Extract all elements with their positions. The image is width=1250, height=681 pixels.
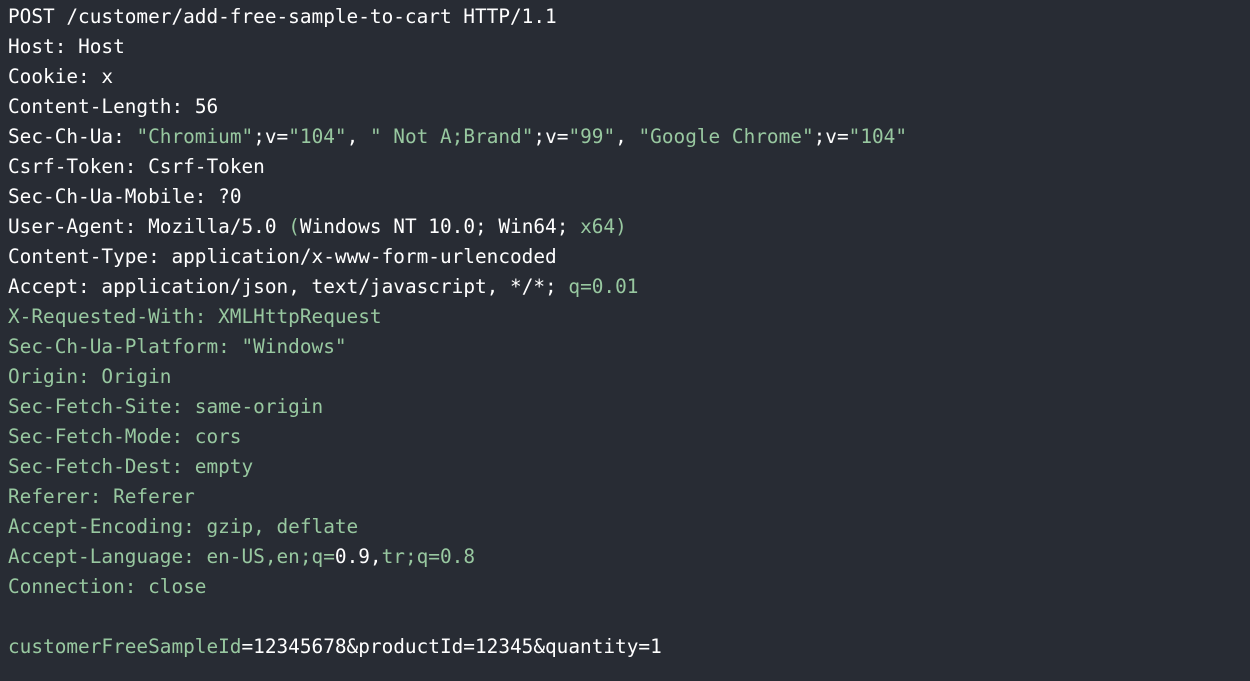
header-value: application/x-www-form-urlencoded bbox=[171, 245, 557, 268]
header-value: Host bbox=[78, 35, 125, 58]
header-value-part: tr;q=0.8 bbox=[381, 545, 475, 568]
header-host: Host: Host bbox=[8, 32, 1250, 62]
header-user-agent: User-Agent: Mozilla/5.0 (Windows NT 10.0… bbox=[8, 212, 1250, 242]
header-value-part: , bbox=[346, 125, 370, 148]
header-name: Host: bbox=[8, 35, 67, 58]
header-value-part: Mozilla/5.0 bbox=[148, 215, 289, 238]
header-name: Accept: bbox=[8, 275, 90, 298]
header-accept-language: Accept-Language: en-US,en;q=0.9,tr;q=0.8 bbox=[8, 542, 1250, 572]
body-param-name: customerFreeSampleId bbox=[8, 635, 242, 658]
header-sec-fetch-mode: Sec-Fetch-Mode: cors bbox=[8, 425, 242, 448]
header-name: Sec-Ch-Ua-Mobile: bbox=[8, 185, 207, 208]
header-value: Csrf-Token bbox=[148, 155, 265, 178]
header-connection: Connection: close bbox=[8, 575, 207, 598]
header-sec-ch-ua-platform: Sec-Ch-Ua-Platform: "Windows" bbox=[8, 335, 347, 358]
header-name: User-Agent: bbox=[8, 215, 137, 238]
request-line: POST /customer/add-free-sample-to-cart H… bbox=[8, 2, 1250, 32]
header-value-part: ( bbox=[288, 215, 300, 238]
header-cookie: Cookie: x bbox=[8, 62, 1250, 92]
http-request-editor[interactable]: POST /customer/add-free-sample-to-cart H… bbox=[0, 0, 1250, 681]
header-content-type: Content-Type: application/x-www-form-url… bbox=[8, 242, 1250, 272]
body-params: =12345678&productId=12345&quantity=1 bbox=[241, 635, 662, 658]
header-value-part: " Not A;Brand" bbox=[369, 125, 534, 148]
header-sec-ch-ua: Sec-Ch-Ua: "Chromium";v="104", " Not A;B… bbox=[8, 122, 1250, 152]
header-name: Csrf-Token: bbox=[8, 155, 137, 178]
header-sec-fetch-site: Sec-Fetch-Site: same-origin bbox=[8, 395, 324, 418]
header-name: Sec-Ch-Ua: bbox=[8, 125, 125, 148]
header-content-length: Content-Length: 56 bbox=[8, 92, 1250, 122]
header-value-part: Windows NT 10.0; Win64; bbox=[299, 215, 581, 238]
header-value-part: x64) bbox=[580, 215, 627, 238]
header-value: ?0 bbox=[218, 185, 242, 208]
request-line-text: POST /customer/add-free-sample-to-cart H… bbox=[8, 5, 557, 28]
header-value-part: Accept-Language: en-US,en;q= bbox=[8, 545, 335, 568]
header-sec-fetch-dest: Sec-Fetch-Dest: empty bbox=[8, 455, 254, 478]
header-value-part: 0.9, bbox=[334, 545, 382, 568]
header-accept-encoding: Accept-Encoding: gzip, deflate bbox=[8, 515, 359, 538]
header-name: Content-Type: bbox=[8, 245, 160, 268]
header-origin: Origin: Origin bbox=[8, 365, 172, 388]
header-value: x bbox=[101, 65, 114, 88]
header-value-part: ;v= bbox=[813, 125, 849, 148]
header-sec-ch-ua-mobile: Sec-Ch-Ua-Mobile: ?0 bbox=[8, 182, 1250, 212]
header-value-part: "Google Chrome" bbox=[638, 125, 814, 148]
header-value-part: ;v= bbox=[533, 125, 569, 148]
header-csrf-token: Csrf-Token: Csrf-Token bbox=[8, 152, 1250, 182]
request-body: customerFreeSampleId=12345678&productId=… bbox=[8, 632, 1250, 662]
header-value: 56 bbox=[194, 95, 219, 118]
header-value-part: "104" bbox=[288, 125, 347, 148]
body-separator bbox=[8, 602, 1250, 632]
header-x-requested-with: X-Requested-With: XMLHttpRequest bbox=[8, 305, 382, 328]
header-value: application/json, text/javascript, */*; bbox=[101, 275, 569, 298]
header-value-part: "Chromium" bbox=[136, 125, 254, 148]
header-value-part: , bbox=[615, 125, 639, 148]
header-value-part: "99" bbox=[568, 125, 616, 148]
header-value-part: "104" bbox=[848, 125, 908, 148]
header-accept: Accept: application/json, text/javascrip… bbox=[8, 272, 1250, 302]
header-referer: Referer: Referer bbox=[8, 485, 195, 508]
header-name: Cookie: bbox=[8, 65, 90, 88]
header-value-part: ;v= bbox=[253, 125, 289, 148]
header-name: Content-Length: bbox=[8, 95, 184, 118]
header-value-part: q=0.01 bbox=[568, 275, 639, 298]
